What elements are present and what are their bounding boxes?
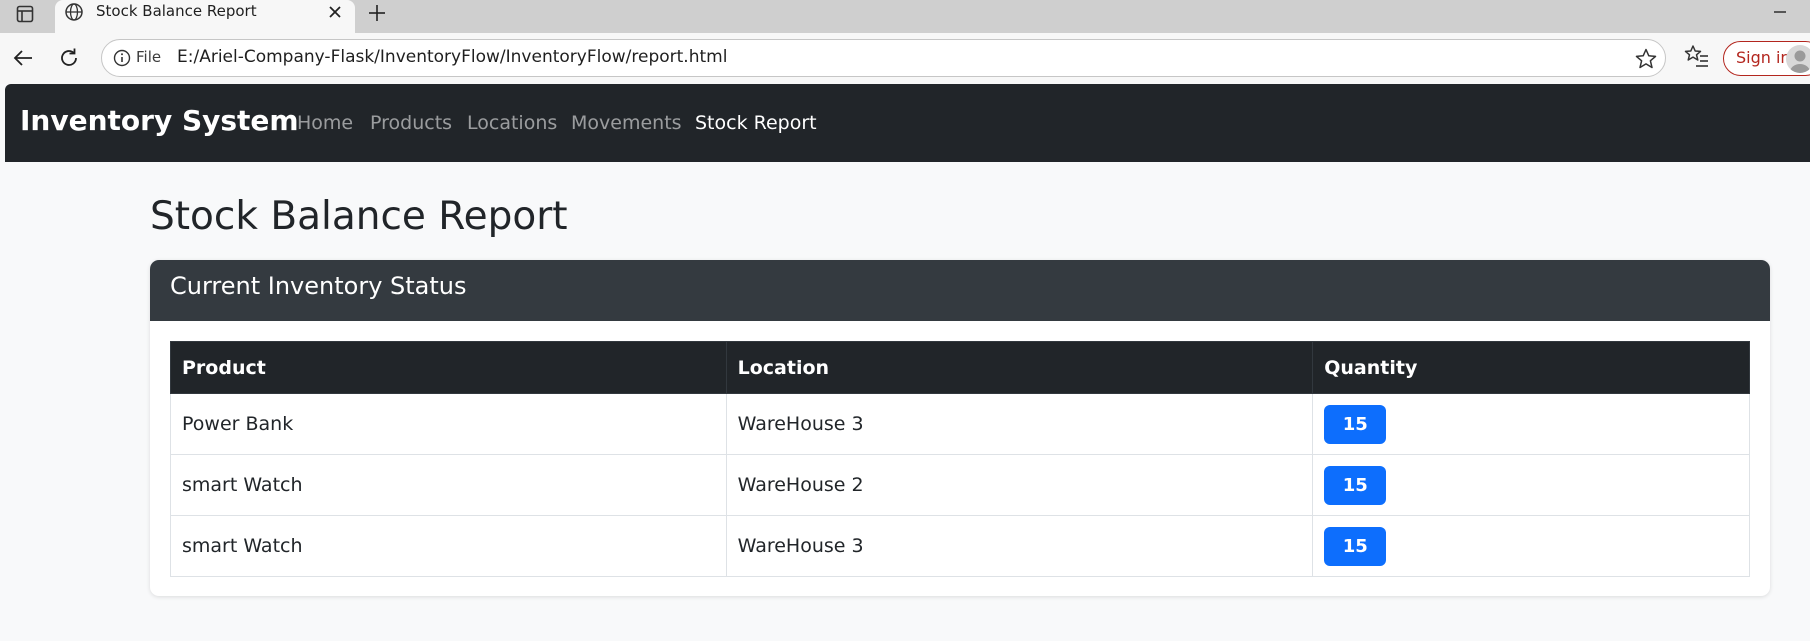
nav-link-home[interactable]: Home bbox=[297, 112, 353, 134]
nav-link-products[interactable]: Products bbox=[370, 112, 452, 134]
brand-logo[interactable]: Inventory System bbox=[20, 104, 299, 137]
nav-link-movements[interactable]: Movements bbox=[571, 112, 682, 134]
table-header-row: Product Location Quantity bbox=[170, 341, 1750, 394]
cell-quantity: 15 bbox=[1312, 393, 1750, 455]
column-header-quantity: Quantity bbox=[1312, 341, 1750, 394]
page-title: Stock Balance Report bbox=[150, 194, 568, 239]
globe-icon bbox=[63, 1, 85, 23]
site-navbar: Inventory System Home Products Locations… bbox=[5, 84, 1810, 162]
address-bar[interactable]: File E:/Ariel-Company-Flask/InventoryFlo… bbox=[101, 39, 1666, 77]
card-header: Current Inventory Status bbox=[150, 260, 1770, 321]
info-icon[interactable] bbox=[112, 48, 132, 68]
card-title: Current Inventory Status bbox=[170, 272, 467, 300]
url-text[interactable]: E:/Ariel-Company-Flask/InventoryFlow/Inv… bbox=[177, 47, 727, 67]
browser-tabstrip: Stock Balance Report bbox=[0, 0, 1810, 33]
tab-title: Stock Balance Report bbox=[96, 2, 257, 20]
avatar-icon bbox=[1786, 45, 1810, 73]
browser-tab[interactable]: Stock Balance Report bbox=[55, 0, 355, 33]
quantity-badge: 15 bbox=[1324, 526, 1387, 566]
plus-icon[interactable] bbox=[365, 1, 389, 25]
cell-quantity: 15 bbox=[1312, 515, 1750, 577]
cell-location: WareHouse 3 bbox=[725, 393, 1314, 455]
table-row: smart Watch WareHouse 3 15 bbox=[170, 515, 1750, 577]
close-icon[interactable] bbox=[325, 2, 345, 22]
inventory-table: Product Location Quantity Power Bank War… bbox=[170, 341, 1750, 577]
table-row: Power Bank WareHouse 3 15 bbox=[170, 393, 1750, 455]
inventory-card: Current Inventory Status Product Locatio… bbox=[150, 260, 1770, 596]
cell-product: smart Watch bbox=[170, 454, 727, 516]
star-icon[interactable] bbox=[1634, 47, 1658, 71]
nav-link-locations[interactable]: Locations bbox=[467, 112, 557, 134]
cell-location: WareHouse 3 bbox=[725, 515, 1314, 577]
file-label: File bbox=[136, 48, 162, 66]
browser-toolbar: File E:/Ariel-Company-Flask/InventoryFlo… bbox=[0, 33, 1810, 84]
back-arrow-icon[interactable] bbox=[8, 43, 38, 73]
favorites-icon[interactable] bbox=[1683, 43, 1711, 71]
cell-product: Power Bank bbox=[170, 393, 727, 455]
sidebar-icon[interactable] bbox=[14, 3, 36, 25]
nav-link-stock-report[interactable]: Stock Report bbox=[695, 112, 817, 134]
minimize-icon[interactable] bbox=[1765, 0, 1795, 24]
cell-quantity: 15 bbox=[1312, 454, 1750, 516]
sign-in-label: Sign in bbox=[1736, 48, 1791, 67]
quantity-badge: 15 bbox=[1324, 465, 1387, 505]
column-header-product: Product bbox=[170, 341, 727, 394]
sign-in-button[interactable]: Sign in bbox=[1723, 41, 1810, 76]
table-row: smart Watch WareHouse 2 15 bbox=[170, 454, 1750, 516]
reload-icon[interactable] bbox=[54, 43, 84, 73]
cell-product: smart Watch bbox=[170, 515, 727, 577]
page-content: Inventory System Home Products Locations… bbox=[5, 84, 1810, 641]
column-header-location: Location bbox=[725, 341, 1314, 394]
quantity-badge: 15 bbox=[1324, 404, 1387, 444]
cell-location: WareHouse 2 bbox=[725, 454, 1314, 516]
